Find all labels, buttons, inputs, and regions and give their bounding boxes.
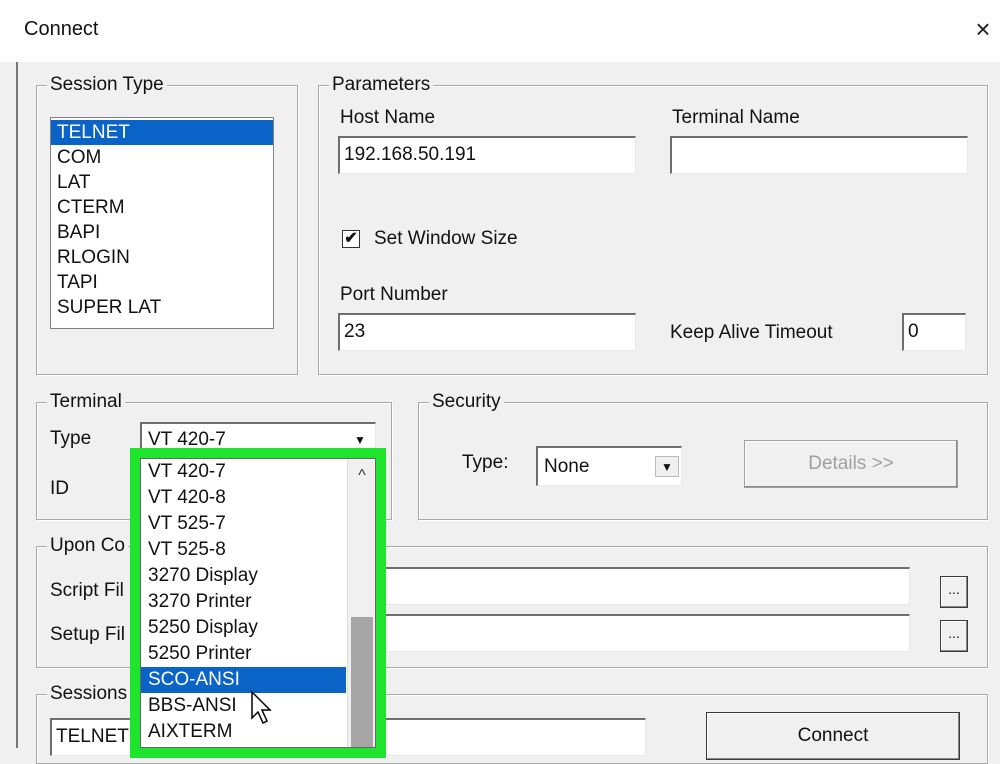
script-file-input[interactable] bbox=[376, 567, 910, 605]
keep-alive-input[interactable]: 0 bbox=[902, 313, 966, 351]
script-file-label: Script Fil bbox=[50, 580, 124, 601]
set-window-size-checkbox[interactable]: ✔ bbox=[342, 230, 360, 248]
dropdown-option[interactable]: 3270 Printer bbox=[141, 589, 346, 615]
dropdown-option[interactable]: 3270 Display bbox=[141, 563, 346, 589]
session-type-item-rlogin[interactable]: RLOGIN bbox=[51, 245, 273, 270]
sessions-legend: Sessions bbox=[47, 683, 131, 705]
set-window-size-label: Set Window Size bbox=[374, 228, 518, 249]
security-type-combo[interactable]: None ▼ bbox=[536, 446, 682, 486]
dropdown-option[interactable]: VT 420-8 bbox=[141, 485, 346, 511]
dropdown-option[interactable]: VT 420-7 bbox=[141, 459, 346, 485]
session-type-item-lat[interactable]: LAT bbox=[51, 170, 273, 195]
session-type-item-telnet[interactable]: TELNET bbox=[51, 120, 273, 145]
terminal-name-label: Terminal Name bbox=[672, 107, 800, 128]
dropdown-option[interactable]: VT 525-8 bbox=[141, 537, 346, 563]
security-type-label: Type: bbox=[462, 452, 509, 473]
dropdown-scrollbar[interactable]: ^ bbox=[347, 459, 375, 747]
scroll-thumb[interactable] bbox=[351, 617, 373, 747]
dropdown-option-hovered[interactable]: SCO-ANSI bbox=[141, 667, 346, 693]
parameters-legend: Parameters bbox=[329, 74, 434, 96]
terminal-id-label: ID bbox=[50, 478, 69, 499]
session-type-legend: Session Type bbox=[47, 74, 167, 96]
port-number-input[interactable]: 23 bbox=[338, 313, 636, 351]
chevron-down-icon[interactable]: ▼ bbox=[655, 456, 679, 477]
terminal-legend: Terminal bbox=[47, 391, 125, 413]
host-name-input[interactable]: 192.168.50.191 bbox=[338, 136, 636, 174]
upon-connect-legend: Upon Co bbox=[47, 535, 128, 557]
dialog-border bbox=[16, 62, 18, 748]
session-type-item-super-lat[interactable]: SUPER LAT bbox=[51, 295, 273, 320]
keep-alive-label: Keep Alive Timeout bbox=[670, 322, 833, 343]
session-type-item-bapi[interactable]: BAPI bbox=[51, 220, 273, 245]
security-legend: Security bbox=[429, 391, 504, 413]
title-bar: Connect × bbox=[0, 0, 1000, 62]
host-name-label: Host Name bbox=[340, 107, 436, 128]
mouse-cursor-icon bbox=[251, 690, 272, 725]
session-type-item-com[interactable]: COM bbox=[51, 145, 273, 170]
session-type-item-cterm[interactable]: CTERM bbox=[51, 195, 273, 220]
terminal-type-label: Type bbox=[50, 428, 92, 449]
dropdown-option[interactable]: 5250 Display bbox=[141, 615, 346, 641]
dropdown-option[interactable]: BBS-ANSI bbox=[141, 693, 346, 719]
browse-setup-button[interactable]: ... bbox=[940, 620, 968, 652]
scroll-up-icon[interactable]: ^ bbox=[348, 467, 375, 485]
window-title: Connect bbox=[24, 18, 99, 40]
dropdown-option[interactable]: VT 525-7 bbox=[141, 511, 346, 537]
browse-script-button[interactable]: ... bbox=[940, 576, 968, 608]
setup-file-label: Setup Fil bbox=[50, 624, 125, 645]
terminal-type-value: VT 420-7 bbox=[148, 429, 226, 450]
setup-file-input[interactable] bbox=[376, 614, 910, 652]
chevron-down-icon[interactable]: ▼ bbox=[347, 426, 373, 455]
close-icon[interactable]: × bbox=[968, 14, 998, 44]
session-type-list[interactable]: TELNET COM LAT CTERM BAPI RLOGIN TAPI SU… bbox=[50, 117, 274, 329]
security-type-value: None bbox=[544, 456, 590, 477]
details-button[interactable]: Details >> bbox=[744, 440, 958, 488]
connect-button[interactable]: Connect bbox=[706, 712, 960, 760]
dropdown-option[interactable]: AIXTERM bbox=[141, 719, 346, 745]
terminal-type-combo[interactable]: VT 420-7 ▼ bbox=[140, 422, 376, 458]
session-type-item-tapi[interactable]: TAPI bbox=[51, 270, 273, 295]
port-number-label: Port Number bbox=[340, 284, 448, 305]
terminal-name-input[interactable] bbox=[670, 136, 968, 174]
dropdown-option[interactable]: 5250 Printer bbox=[141, 641, 346, 667]
